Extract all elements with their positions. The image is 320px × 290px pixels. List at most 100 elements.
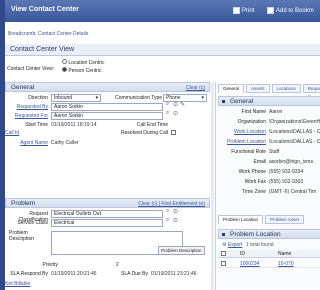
- problem-desc-label: Problem Description: [9, 230, 35, 242]
- priority-label: Priority: [42, 262, 58, 268]
- detail-label: Time Zone: [242, 189, 266, 195]
- tab-request-history[interactable]: Request H: [302, 84, 320, 99]
- collapse-icon-2[interactable]: [222, 233, 225, 236]
- window-header: View Contact Center Print Add to Bookm: [5, 0, 320, 22]
- location-table-header: ID Name: [218, 250, 320, 258]
- row-id[interactable]: 1000234: [240, 261, 259, 267]
- not-billable-link[interactable]: Not Billable: [5, 281, 35, 287]
- tab-problem-asset[interactable]: Problem Asset: [265, 215, 305, 224]
- bookmark-button[interactable]: Add to Bookm: [267, 5, 314, 16]
- resolved-checkbox[interactable]: [171, 130, 176, 135]
- page-title-bar: Contact Center View: [5, 44, 320, 56]
- detail-value: Staff: [269, 149, 280, 155]
- search-icon-2[interactable]: ⌕: [166, 110, 169, 117]
- info-icon-4[interactable]: ⊙: [173, 217, 178, 224]
- sla-due-label: SLA Due By: [121, 271, 148, 277]
- agent-name-label[interactable]: Agent Name: [5, 140, 48, 146]
- info-icon-3[interactable]: ⊙: [173, 208, 178, 215]
- right-general-title: General: [230, 98, 254, 105]
- requested-for-input[interactable]: Aaron Sorkin: [51, 112, 163, 120]
- requested-for-label[interactable]: Requested For: [5, 113, 48, 119]
- ccv-option-location[interactable]: Location Centric: [62, 59, 105, 66]
- start-time-value: 01/19/2011 18:19:14: [51, 122, 97, 128]
- find-entitlement-link[interactable]: Find Entitlement (e): [161, 201, 205, 207]
- right-general-header: General: [218, 96, 320, 106]
- direction-select[interactable]: Inbound: [51, 94, 101, 102]
- service-class-input[interactable]: Electrical: [51, 219, 163, 227]
- general-section-header: General Clear (c): [5, 82, 210, 92]
- table-row: 1000234 10-070: [218, 259, 320, 268]
- priority-value: 2: [116, 262, 119, 268]
- detail-value: \Locations\DALLAS - CA: [269, 139, 320, 145]
- requested-by-label[interactable]: Requested By: [5, 104, 48, 110]
- detail-label[interactable]: Work Location: [218, 129, 266, 135]
- select-all-checkbox[interactable]: [221, 251, 226, 256]
- call-id-label[interactable]: Call Id: [5, 130, 23, 136]
- tab-general[interactable]: General: [218, 84, 245, 93]
- row-name[interactable]: 10-070: [278, 261, 294, 267]
- col-name[interactable]: Name: [278, 251, 291, 257]
- detail-label: Functional Role: [231, 149, 266, 155]
- general-title: General: [11, 84, 35, 91]
- tab-problem-location[interactable]: Problem Location: [218, 215, 264, 224]
- detail-value: Aaron: [269, 109, 283, 115]
- collapse-icon[interactable]: [222, 100, 225, 103]
- detail-label[interactable]: Problem Location: [218, 139, 266, 145]
- general-clear-link[interactable]: Clear (c): [186, 85, 205, 91]
- radio-person[interactable]: [62, 67, 67, 72]
- detail-value: (555) 932-9303: [269, 179, 304, 185]
- problem-location-title: Problem Location: [230, 231, 281, 238]
- col-id[interactable]: ID: [240, 251, 245, 257]
- tab-locations[interactable]: Locations: [271, 84, 301, 93]
- sla-respond-label: SLA Respond By: [10, 271, 48, 277]
- info-icon-2[interactable]: ⊙: [173, 110, 178, 117]
- tab-assets[interactable]: Assets: [246, 84, 270, 93]
- search-icon-4[interactable]: ⌕: [166, 217, 169, 224]
- service-class-label: Service Class: [17, 220, 48, 226]
- requested-by-input[interactable]: Aaron Sorkin: [51, 103, 163, 111]
- detail-label: Email: [253, 159, 266, 165]
- row-checkbox[interactable]: [221, 261, 226, 266]
- print-icon: [233, 7, 240, 14]
- detail-label: Work Phone: [238, 169, 266, 175]
- start-time-label: Start Time: [25, 122, 48, 128]
- problem-clear-link[interactable]: Clear (c): [138, 201, 157, 207]
- info-icon[interactable]: ⊙: [173, 101, 178, 108]
- resolved-label: Resolved During Call: [121, 130, 168, 136]
- detail-value: asorkin@trigo_ivms.: [269, 159, 315, 165]
- export-link[interactable]: ⚙ Export: [222, 242, 242, 248]
- ccv-option-person[interactable]: Person Centric: [62, 67, 101, 74]
- radio-location[interactable]: [62, 59, 67, 64]
- detail-label: First Name: [241, 109, 266, 115]
- edit-icon[interactable]: ✎: [180, 101, 185, 108]
- page-title: Contact Center View: [10, 46, 75, 53]
- sla-respond-value: 01/19/2011 20:21:46: [51, 271, 97, 277]
- print-button[interactable]: Print: [233, 5, 254, 16]
- panel-divider[interactable]: [211, 82, 214, 290]
- problem-desc-button[interactable]: Problem Description: [158, 246, 205, 255]
- search-icon[interactable]: ⌕: [166, 101, 169, 108]
- request-class-input[interactable]: Electrical Outlets Out: [51, 210, 163, 218]
- agent-name-value: Cathy Caller: [51, 140, 79, 146]
- call-end-label: Call End Time: [136, 122, 168, 128]
- problem-title: Problem: [11, 200, 36, 207]
- total-found: 1 total found: [246, 242, 274, 248]
- bookmark-icon: [267, 7, 274, 14]
- detail-value: (GMT -6) Central Tim: [269, 189, 317, 195]
- detail-value: \Locations\DALLAS - CA: [269, 129, 320, 135]
- comm-type-label: Communication Type: [115, 95, 162, 101]
- window-title: View Contact Center: [11, 6, 79, 13]
- right-tabs: General Assets Locations Request H: [218, 84, 320, 99]
- right-panel: General Assets Locations Request H Gener…: [215, 82, 320, 290]
- detail-value: \Organizations\GreenH: [269, 119, 320, 125]
- sla-due-value: 01/19/2011 23:21:46: [151, 271, 197, 277]
- detail-label: Work Fax: [244, 179, 266, 185]
- breadcrumb[interactable]: Breadcrumb: Contact Center Details: [8, 31, 88, 37]
- detail-value: (555) 932-9334: [269, 169, 304, 175]
- direction-label: Direction: [28, 95, 48, 101]
- problem-section-header: Problem Clear (c) | Find Entitlement (e): [5, 198, 210, 208]
- search-icon-3[interactable]: ⌕: [166, 208, 169, 215]
- location-subtabs: Problem Location Problem Asset: [218, 215, 305, 224]
- ccv-label: Contact Center View:: [7, 66, 55, 72]
- detail-label: Organization: [237, 119, 266, 125]
